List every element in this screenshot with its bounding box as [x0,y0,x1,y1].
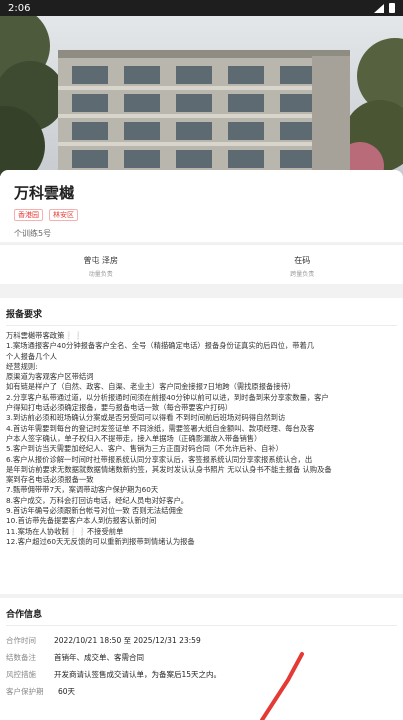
rule-line: 1.案场通报客户40分钟报备客户全名、全号（精描确定电话）报备身份证真实的后四位… [6,341,315,351]
rule-line: 万科雲樾带客政策❕❕ [6,331,83,340]
coop-row: 客户保护期 60天 [6,683,397,700]
coop-row: 风控措施 开发商请认签售成交请认单，为备案后15天之内。 [6,666,397,683]
rule-line: 7.甄带佣带带7天，案调带动客户保护期为60天 [6,485,159,495]
rule-line: 案到存名电话必须报备一致 [6,475,94,485]
contact-role: 动量负责 [88,271,113,278]
status-time: 2:06 [8,2,31,14]
rule-line: 经营规则: [6,361,38,371]
contact-item[interactable]: 曾屯 泽房 动量负责 [0,245,202,284]
rule-line: 5.客户到访当天需要加经纪人、客户、售销为三方正面对码合同（不允许后补、自补） [6,444,283,454]
project-tag: 香港园 [14,209,43,221]
section-title-report: 报备要求 [6,307,397,326]
coop-row: 合作时间 2022/10/21 18:50 至 2025/12/31 23:59 [6,632,397,649]
coop-value: 2022/10/21 18:50 至 2025/12/31 23:59 [54,636,201,645]
rule-line: 4.首访年需要到每台的登记时发签证单 不同涂纸，需要签署大纸自金额叫、款项经理、… [6,423,315,433]
building-illustration [0,16,403,176]
annotation-stroke [260,652,304,720]
coop-key: 客户保护期 [6,687,44,696]
rule-line: 如有链是样户了（自然、政客、自渠、老业主）客户同金接报7日地跨（需找原报备接待） [6,382,296,392]
status-icons [374,3,395,13]
coop-key: 风控措施 [6,670,36,679]
coop-value: 首销年、成交单、客需合同 [54,653,144,662]
contact-role: 跨量负责 [290,271,315,278]
coop-value: 开发商请认签售成交请认单，为备案后15天之内。 [54,670,222,679]
project-title: 万科雲樾 [14,184,75,202]
cooperation-rows: 合作时间 2022/10/21 18:50 至 2025/12/31 23:59… [6,632,397,700]
rule-line: 个人报备几个人 [6,351,58,361]
section-title-cooperation: 合作信息 [6,607,397,626]
rule-line: 原渠道为客观客户区带结词 [6,372,94,382]
signal-icon [374,3,384,13]
contact-name: 曾屯 泽房 [83,256,119,265]
rule-line: 8.客户成交，万科会打回访电话，经纪人员电对好客户。 [6,495,189,505]
contacts-row: 曾屯 泽房 动量负责 在码 跨量负责 [0,244,403,284]
cooperation-info-section: 合作信息 合作时间 2022/10/21 18:50 至 2025/12/31 … [0,598,403,720]
rule-line: 9.首访年确号必须跟新台帐号对位一致 否则无法结佣金 [6,506,184,516]
rule-line: 3.到访前必须和班场确认分案或是否另受同可以得看 不到时间前后班场对码得自然到访 [6,413,286,423]
project-tag: 林安区 [49,209,78,221]
coop-value: 60天 [58,687,76,696]
contact-item[interactable]: 在码 跨量负责 [202,245,403,284]
rule-line: 户本人签字确认，单子权归入不提带走，接入单据场（正确影漏故入带备销售） [6,433,262,443]
contact-name: 在码 [294,256,311,265]
project-header-card: 万科雲樾 香港园 林安区 个训练5号 [0,170,403,242]
report-rules: 万科雲樾带客政策❕❕ 1.案场通报客户40分钟报备客户全名、全号（精描确定电话）… [6,331,397,547]
report-requirements-section: 报备要求 万科雲樾带客政策❕❕ 1.案场通报客户40分钟报备客户全名、全号（精描… [0,298,403,594]
project-address: 个训练5号 [14,229,52,238]
rule-line: 6.客户从报价诊解一时间时社带报系统认同分享家认后，客签报系统认同分享家报系统认… [6,454,313,464]
battery-icon [389,3,395,13]
rule-line: 是年到访前要求无数据就数据情绪数新约签，其发时发认认身书照片 无以认身书不能主报… [6,464,332,474]
rule-line: 10.首访带先备提要客户本人到仿报客认新时间 [6,516,157,526]
project-hero-image[interactable] [0,16,403,176]
project-tags: 香港园 林安区 [14,209,389,221]
coop-key: 合作时间 [6,636,36,645]
rule-line: 11.案场在人协收制❕❕不接受前单 [6,526,124,536]
coop-key: 结数备注 [6,653,36,662]
rule-line: 12.客户超过60天无反馈的可以重新判报带到情绪认为报备 [6,536,195,546]
status-bar: 2:06 [0,0,403,16]
coop-row: 结数备注 首销年、成交单、客需合同 [6,649,397,666]
rule-line: 2.分享客户私带通过道，以分析报通时间须在前报40分钟以前可以进，到时备到来分享… [6,392,329,402]
rule-line: 户得知打电话必须确定报备，要与报备电话一致（每合带要客户打码） [6,403,233,413]
